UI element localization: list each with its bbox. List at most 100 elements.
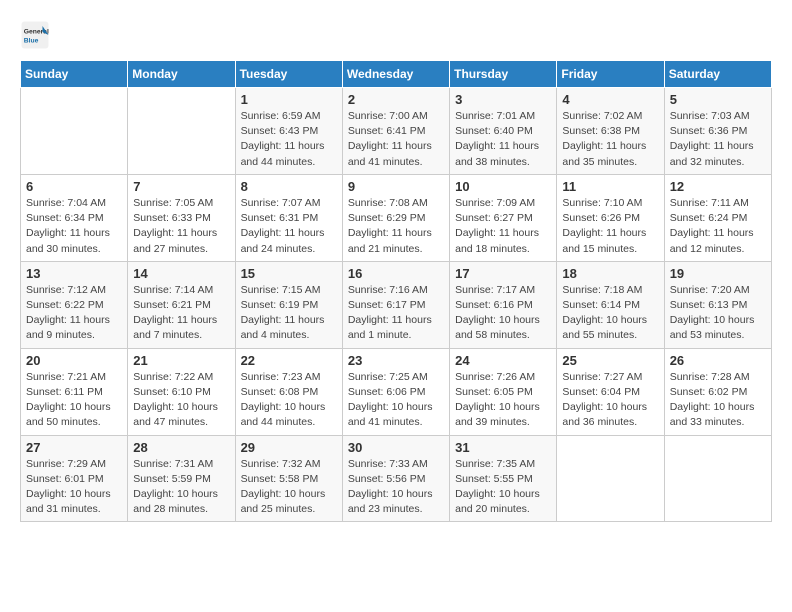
day-number: 4 [562,92,658,107]
calendar-header: SundayMondayTuesdayWednesdayThursdayFrid… [21,61,772,88]
day-info: Sunrise: 7:32 AMSunset: 5:58 PMDaylight:… [241,457,337,518]
calendar-cell: 29 Sunrise: 7:32 AMSunset: 5:58 PMDayligh… [235,435,342,522]
day-number: 5 [670,92,766,107]
day-number: 14 [133,266,229,281]
day-number: 1 [241,92,337,107]
day-number: 23 [348,353,444,368]
day-info: Sunrise: 7:33 AMSunset: 5:56 PMDaylight:… [348,457,444,518]
day-info: Sunrise: 7:07 AMSunset: 6:31 PMDaylight:… [241,196,337,257]
day-info: Sunrise: 7:31 AMSunset: 5:59 PMDaylight:… [133,457,229,518]
day-info: Sunrise: 7:11 AMSunset: 6:24 PMDaylight:… [670,196,766,257]
svg-text:Blue: Blue [24,38,39,45]
calendar-week-row: 27 Sunrise: 7:29 AMSunset: 6:01 PMDayligh… [21,435,772,522]
calendar-week-row: 1 Sunrise: 6:59 AMSunset: 6:43 PMDaylight… [21,88,772,175]
calendar-week-row: 6 Sunrise: 7:04 AMSunset: 6:34 PMDaylight… [21,174,772,261]
day-info: Sunrise: 6:59 AMSunset: 6:43 PMDaylight:… [241,109,337,170]
calendar-cell: 13Sunrise: 7:12 AMSunset: 6:22 PMDayligh… [21,261,128,348]
day-number: 16 [348,266,444,281]
header-row: SundayMondayTuesdayWednesdayThursdayFrid… [21,61,772,88]
calendar-cell: 28 Sunrise: 7:31 AMSunset: 5:59 PMDayligh… [128,435,235,522]
calendar-cell: 22Sunrise: 7:23 AMSunset: 6:08 PMDayligh… [235,348,342,435]
calendar-body: 1 Sunrise: 6:59 AMSunset: 6:43 PMDaylight… [21,88,772,522]
weekday-header: Sunday [21,61,128,88]
day-number: 11 [562,179,658,194]
day-number: 24 [455,353,551,368]
day-number: 10 [455,179,551,194]
logo: General Blue [20,20,54,50]
day-info: Sunrise: 7:03 AMSunset: 6:36 PMDaylight:… [670,109,766,170]
calendar-cell [128,88,235,175]
day-info: Sunrise: 7:20 AMSunset: 6:13 PMDaylight:… [670,283,766,344]
day-number: 8 [241,179,337,194]
calendar-cell: 1 Sunrise: 6:59 AMSunset: 6:43 PMDaylight… [235,88,342,175]
day-info: Sunrise: 7:05 AMSunset: 6:33 PMDaylight:… [133,196,229,257]
weekday-header: Thursday [450,61,557,88]
weekday-header: Monday [128,61,235,88]
calendar-cell: 21 Sunrise: 7:22 AMSunset: 6:10 PMDayligh… [128,348,235,435]
day-info: Sunrise: 7:21 AMSunset: 6:11 PMDaylight:… [26,370,122,431]
day-info: Sunrise: 7:25 AMSunset: 6:06 PMDaylight:… [348,370,444,431]
calendar-cell: 23 Sunrise: 7:25 AMSunset: 6:06 PMDayligh… [342,348,449,435]
day-number: 17 [455,266,551,281]
calendar-cell: 5 Sunrise: 7:03 AMSunset: 6:36 PMDaylight… [664,88,771,175]
day-number: 13 [26,266,122,281]
day-info: Sunrise: 7:35 AMSunset: 5:55 PMDaylight:… [455,457,551,518]
day-info: Sunrise: 7:26 AMSunset: 6:05 PMDaylight:… [455,370,551,431]
calendar-cell: 17 Sunrise: 7:17 AMSunset: 6:16 PMDayligh… [450,261,557,348]
page-header: General Blue [20,20,772,50]
calendar-cell: 31 Sunrise: 7:35 AMSunset: 5:55 PMDayligh… [450,435,557,522]
weekday-header: Saturday [664,61,771,88]
day-info: Sunrise: 7:10 AMSunset: 6:26 PMDaylight:… [562,196,658,257]
day-number: 2 [348,92,444,107]
day-number: 18 [562,266,658,281]
calendar-cell [664,435,771,522]
day-info: Sunrise: 7:23 AMSunset: 6:08 PMDaylight:… [241,370,337,431]
day-info: Sunrise: 7:27 AMSunset: 6:04 PMDaylight:… [562,370,658,431]
weekday-header: Tuesday [235,61,342,88]
calendar-cell: 4 Sunrise: 7:02 AMSunset: 6:38 PMDaylight… [557,88,664,175]
day-info: Sunrise: 7:08 AMSunset: 6:29 PMDaylight:… [348,196,444,257]
day-number: 25 [562,353,658,368]
calendar-cell: 8 Sunrise: 7:07 AMSunset: 6:31 PMDaylight… [235,174,342,261]
day-info: Sunrise: 7:17 AMSunset: 6:16 PMDaylight:… [455,283,551,344]
calendar-week-row: 13Sunrise: 7:12 AMSunset: 6:22 PMDayligh… [21,261,772,348]
day-info: Sunrise: 7:16 AMSunset: 6:17 PMDaylight:… [348,283,444,344]
calendar-cell: 15 Sunrise: 7:15 AMSunset: 6:19 PMDayligh… [235,261,342,348]
calendar-cell: 27 Sunrise: 7:29 AMSunset: 6:01 PMDayligh… [21,435,128,522]
day-number: 6 [26,179,122,194]
calendar-cell: 6 Sunrise: 7:04 AMSunset: 6:34 PMDaylight… [21,174,128,261]
day-number: 9 [348,179,444,194]
day-number: 20 [26,353,122,368]
day-number: 15 [241,266,337,281]
day-number: 27 [26,440,122,455]
calendar-cell: 25 Sunrise: 7:27 AMSunset: 6:04 PMDayligh… [557,348,664,435]
day-info: Sunrise: 7:04 AMSunset: 6:34 PMDaylight:… [26,196,122,257]
day-info: Sunrise: 7:01 AMSunset: 6:40 PMDaylight:… [455,109,551,170]
calendar-cell [21,88,128,175]
day-info: Sunrise: 7:18 AMSunset: 6:14 PMDaylight:… [562,283,658,344]
calendar-cell: 9 Sunrise: 7:08 AMSunset: 6:29 PMDaylight… [342,174,449,261]
logo-icon: General Blue [20,20,50,50]
calendar-week-row: 20 Sunrise: 7:21 AMSunset: 6:11 PMDayligh… [21,348,772,435]
day-number: 7 [133,179,229,194]
day-number: 26 [670,353,766,368]
calendar-table: SundayMondayTuesdayWednesdayThursdayFrid… [20,60,772,522]
calendar-cell: 11 Sunrise: 7:10 AMSunset: 6:26 PMDayligh… [557,174,664,261]
day-number: 31 [455,440,551,455]
day-info: Sunrise: 7:15 AMSunset: 6:19 PMDaylight:… [241,283,337,344]
weekday-header: Friday [557,61,664,88]
day-info: Sunrise: 7:14 AMSunset: 6:21 PMDaylight:… [133,283,229,344]
calendar-cell: 19 Sunrise: 7:20 AMSunset: 6:13 PMDayligh… [664,261,771,348]
day-info: Sunrise: 7:29 AMSunset: 6:01 PMDaylight:… [26,457,122,518]
day-info: Sunrise: 7:22 AMSunset: 6:10 PMDaylight:… [133,370,229,431]
calendar-cell: 10Sunrise: 7:09 AMSunset: 6:27 PMDayligh… [450,174,557,261]
day-info: Sunrise: 7:02 AMSunset: 6:38 PMDaylight:… [562,109,658,170]
day-info: Sunrise: 7:00 AMSunset: 6:41 PMDaylight:… [348,109,444,170]
calendar-cell: 18 Sunrise: 7:18 AMSunset: 6:14 PMDayligh… [557,261,664,348]
day-number: 19 [670,266,766,281]
day-number: 29 [241,440,337,455]
day-number: 28 [133,440,229,455]
calendar-cell: 26Sunrise: 7:28 AMSunset: 6:02 PMDayligh… [664,348,771,435]
calendar-cell: 12Sunrise: 7:11 AMSunset: 6:24 PMDayligh… [664,174,771,261]
day-number: 21 [133,353,229,368]
